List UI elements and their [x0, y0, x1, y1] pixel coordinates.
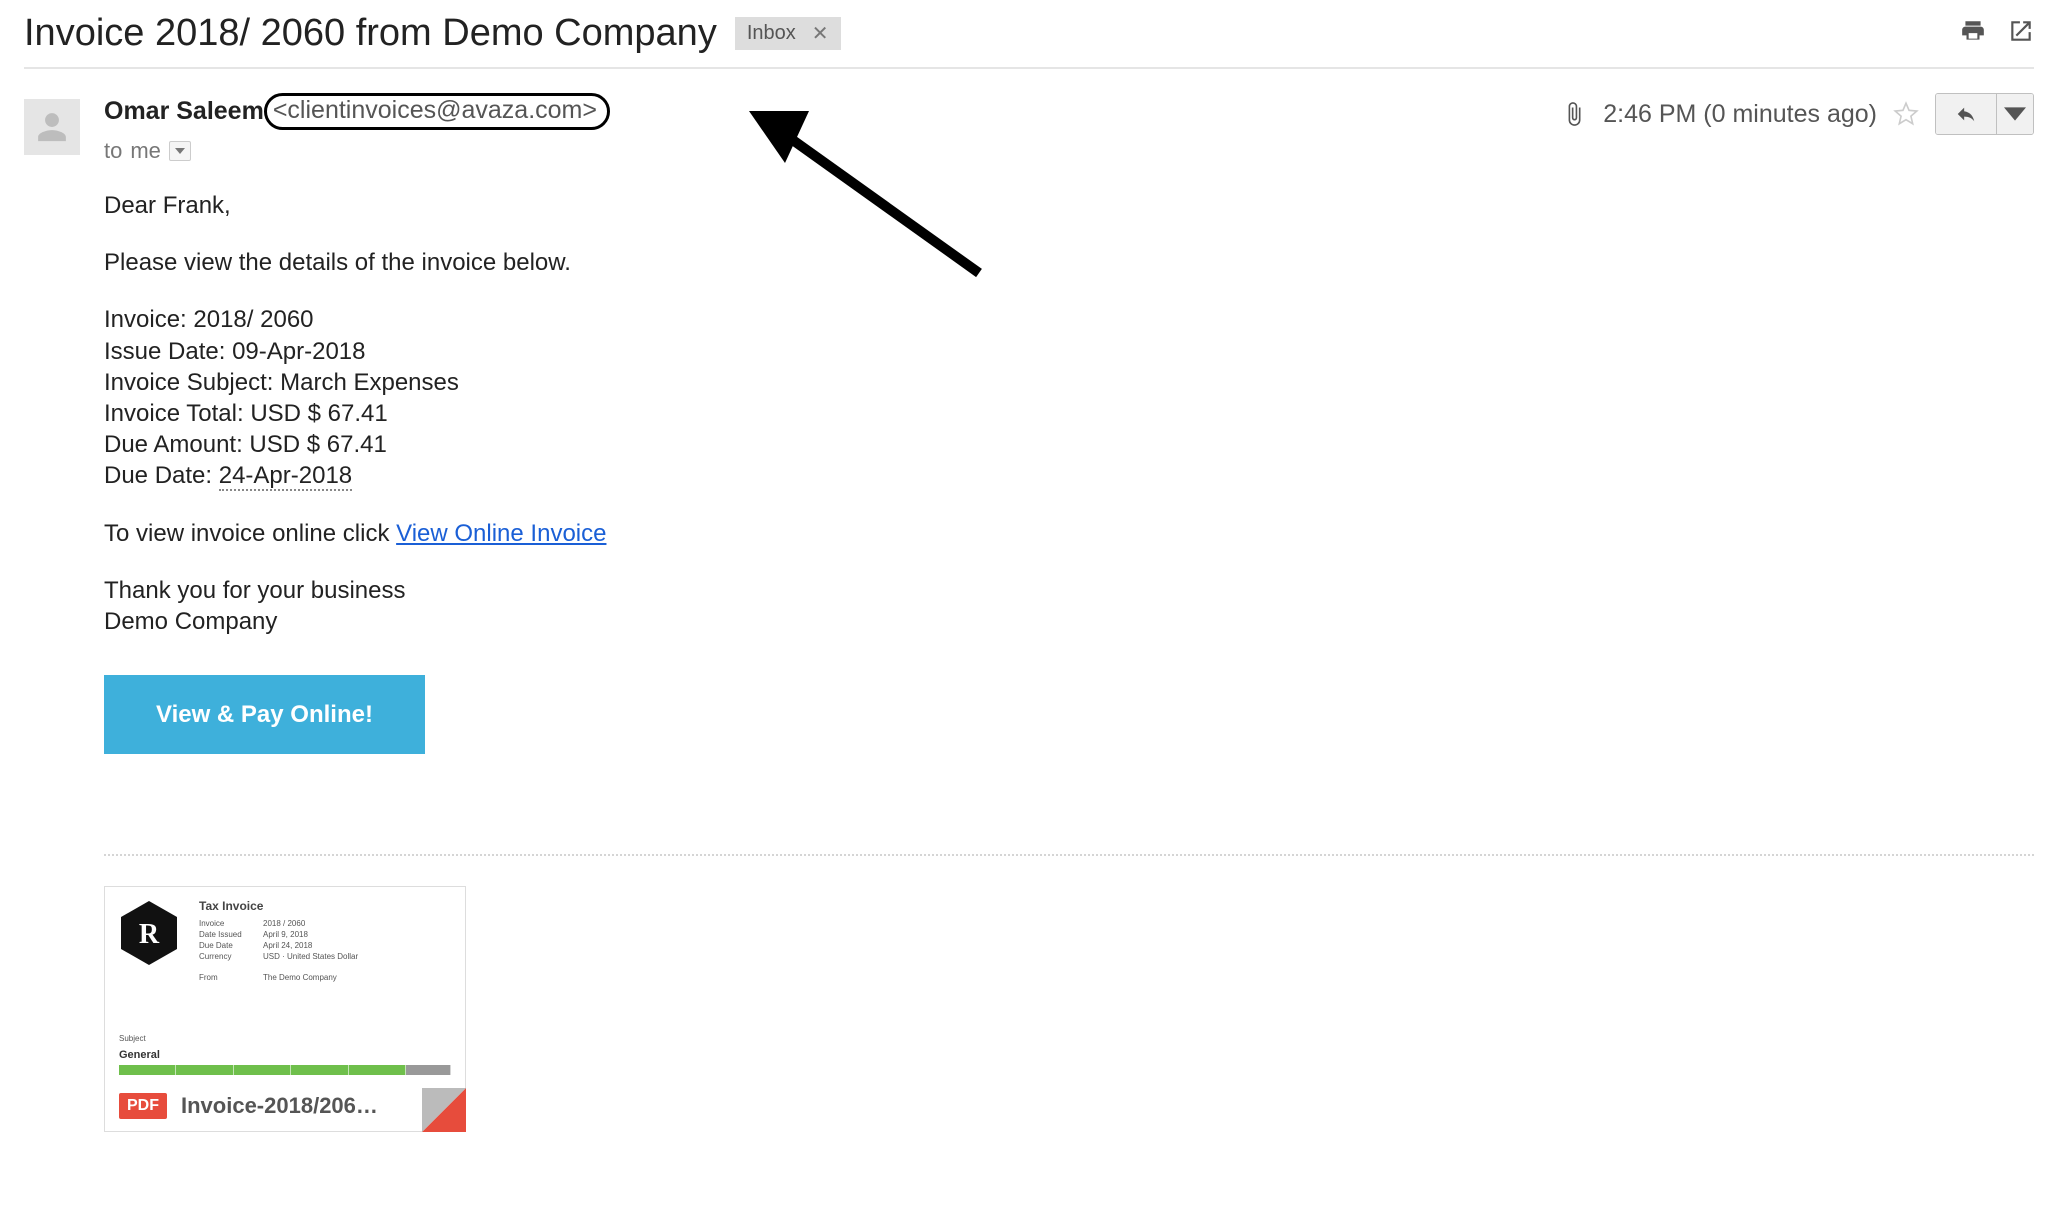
- attachment-separator: [104, 854, 2034, 856]
- preview-section: General: [119, 1049, 451, 1061]
- label-chip-text: Inbox: [747, 22, 796, 45]
- attachment-card[interactable]: R Tax Invoice Invoice2018 / 2060 Date Is…: [104, 886, 466, 1132]
- body-thanks: Thank you for your business: [104, 575, 1994, 606]
- reply-button[interactable]: [1936, 94, 1997, 134]
- body-intro: Please view the details of the invoice b…: [104, 247, 1994, 278]
- due-amount-line: Due Amount: USD $ 67.41: [104, 429, 1994, 460]
- invoice-number-line: Invoice: 2018/ 2060: [104, 304, 1994, 335]
- annotation-arrow: [739, 103, 989, 303]
- email-body: Dear Frank, Please view the details of t…: [104, 164, 1994, 754]
- view-online-line: To view invoice online click View Online…: [104, 518, 1994, 549]
- company-logo-icon: R: [119, 899, 179, 967]
- due-date-line: Due Date: 24-Apr-2018: [104, 460, 1994, 491]
- invoice-subject-line: Invoice Subject: March Expenses: [104, 367, 1994, 398]
- fold-corner-icon: [422, 1088, 466, 1132]
- more-actions-button[interactable]: [1997, 94, 2033, 134]
- view-pay-online-button[interactable]: View & Pay Online!: [104, 675, 425, 754]
- pdf-badge-icon: PDF: [119, 1093, 167, 1119]
- label-chip-inbox[interactable]: Inbox ✕: [735, 17, 841, 50]
- preview-title: Tax Invoice: [199, 899, 358, 913]
- recipient-to-prefix: to: [104, 138, 122, 164]
- sender-email: <clientinvoices@avaza.com>: [264, 93, 610, 130]
- email-timestamp: 2:46 PM (0 minutes ago): [1603, 100, 1877, 129]
- email-subject: Invoice 2018/ 2060 from Demo Company: [24, 12, 717, 55]
- attachment-preview: R Tax Invoice Invoice2018 / 2060 Date Is…: [105, 887, 465, 1081]
- body-company: Demo Company: [104, 606, 1994, 637]
- open-new-window-icon[interactable]: [2008, 18, 2034, 49]
- print-icon[interactable]: [1960, 18, 1986, 49]
- attachment-filename: Invoice-2018/206…: [181, 1093, 378, 1119]
- view-online-invoice-link[interactable]: View Online Invoice: [396, 520, 606, 547]
- body-greeting: Dear Frank,: [104, 190, 1994, 221]
- sender-name: Omar Saleem: [104, 97, 264, 126]
- invoice-total-line: Invoice Total: USD $ 67.41: [104, 398, 1994, 429]
- issue-date-line: Issue Date: 09-Apr-2018: [104, 336, 1994, 367]
- preview-subject-label: Subject: [119, 1034, 451, 1043]
- email-subject-row: Invoice 2018/ 2060 from Demo Company Inb…: [24, 12, 2034, 69]
- attachment-icon[interactable]: [1561, 101, 1587, 127]
- svg-text:R: R: [139, 919, 160, 950]
- remove-label-icon[interactable]: ✕: [806, 21, 835, 46]
- star-icon[interactable]: [1893, 101, 1919, 127]
- show-details-button[interactable]: [169, 141, 191, 161]
- sender-avatar: [24, 99, 80, 155]
- recipient-to-target: me: [130, 138, 161, 164]
